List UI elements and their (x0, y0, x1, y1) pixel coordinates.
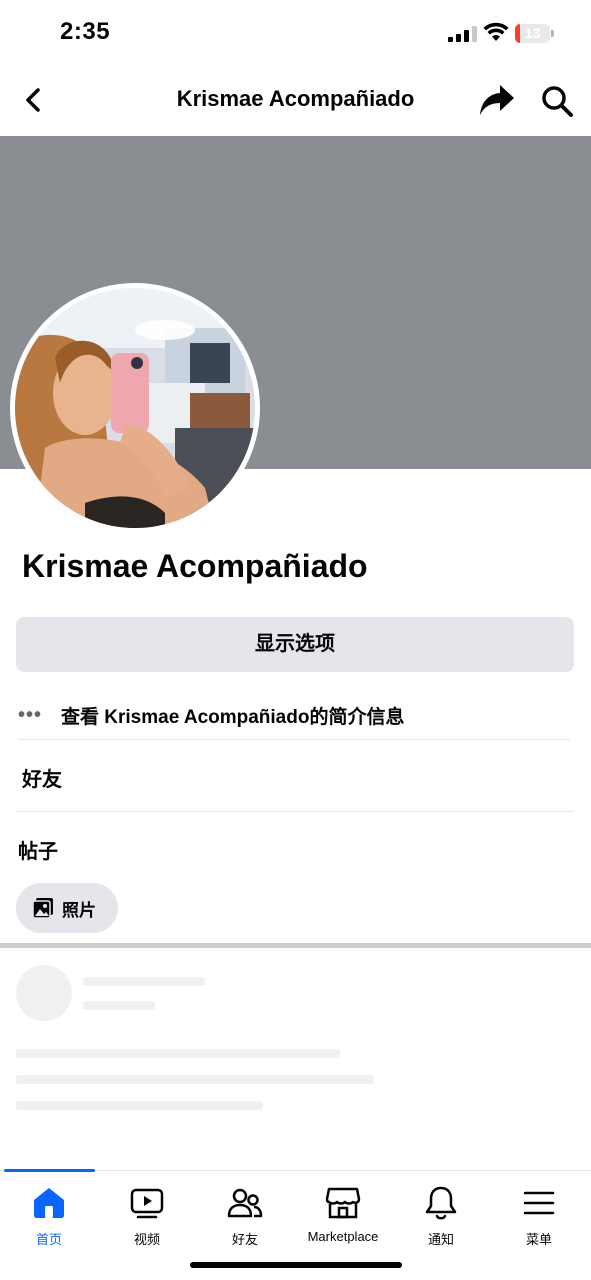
tab-notifications[interactable]: 通知 (392, 1181, 490, 1251)
loading-placeholder-line (83, 1001, 155, 1010)
tab-video[interactable]: 视频 (98, 1181, 196, 1251)
photos-icon (32, 898, 53, 919)
tab-marketplace[interactable]: Marketplace (294, 1181, 392, 1251)
photos-filter-label: 照片 (62, 900, 96, 920)
divider (18, 739, 570, 740)
wifi-icon (483, 22, 509, 41)
tab-friends[interactable]: 好友 (196, 1181, 294, 1251)
menu-icon (523, 1191, 555, 1215)
bell-icon (425, 1186, 457, 1220)
battery-level: 13 (524, 25, 541, 41)
tab-home[interactable]: 首页 (0, 1181, 98, 1251)
photos-filter-button[interactable]: 照片 (16, 883, 118, 933)
tab-label: 好友 (231, 1232, 258, 1247)
loading-placeholder-line (16, 1075, 374, 1084)
friends-icon (227, 1188, 263, 1218)
loading-placeholder-avatar (16, 965, 72, 1021)
status-time: 2:35 (60, 18, 111, 45)
loading-placeholder-line (16, 1049, 340, 1058)
home-icon (34, 1188, 64, 1218)
tab-label: Marketplace (307, 1229, 379, 1244)
friends-section-title: 好友 (22, 769, 62, 791)
tab-label: 视频 (133, 1232, 160, 1247)
tab-label: 首页 (35, 1232, 62, 1247)
profile-name: Krismae Acompañiado (22, 548, 368, 584)
video-icon (130, 1188, 164, 1219)
posts-section-title: 帖子 (18, 841, 58, 863)
loading-placeholder-line (83, 977, 205, 986)
more-dots-icon: ••• (18, 703, 43, 726)
active-tab-indicator (4, 1169, 95, 1172)
show-options-button[interactable]: 显示选项 (16, 617, 574, 672)
top-navigation: Krismae Acompañiado (0, 66, 591, 136)
tab-label: 菜单 (525, 1232, 552, 1247)
section-separator (0, 943, 591, 948)
view-about-link[interactable]: ••• 查看 Krismae Acompañiado的简介信息 (18, 696, 570, 734)
share-button[interactable] (478, 83, 516, 117)
tab-label: 通知 (427, 1232, 454, 1247)
view-about-label: 查看 Krismae Acompañiado的简介信息 (61, 706, 405, 728)
marketplace-icon (325, 1187, 361, 1219)
back-button[interactable] (18, 84, 50, 116)
search-button[interactable] (540, 84, 574, 118)
home-indicator (190, 1262, 402, 1268)
profile-picture[interactable] (10, 283, 260, 533)
status-bar: 2:35 13 (0, 0, 591, 66)
cellular-signal-icon (448, 26, 477, 42)
profile-photo-image (15, 288, 255, 528)
divider (16, 811, 574, 812)
loading-placeholder-line (16, 1101, 263, 1110)
battery-icon: 13 (515, 24, 554, 43)
tab-menu[interactable]: 菜单 (490, 1181, 588, 1251)
